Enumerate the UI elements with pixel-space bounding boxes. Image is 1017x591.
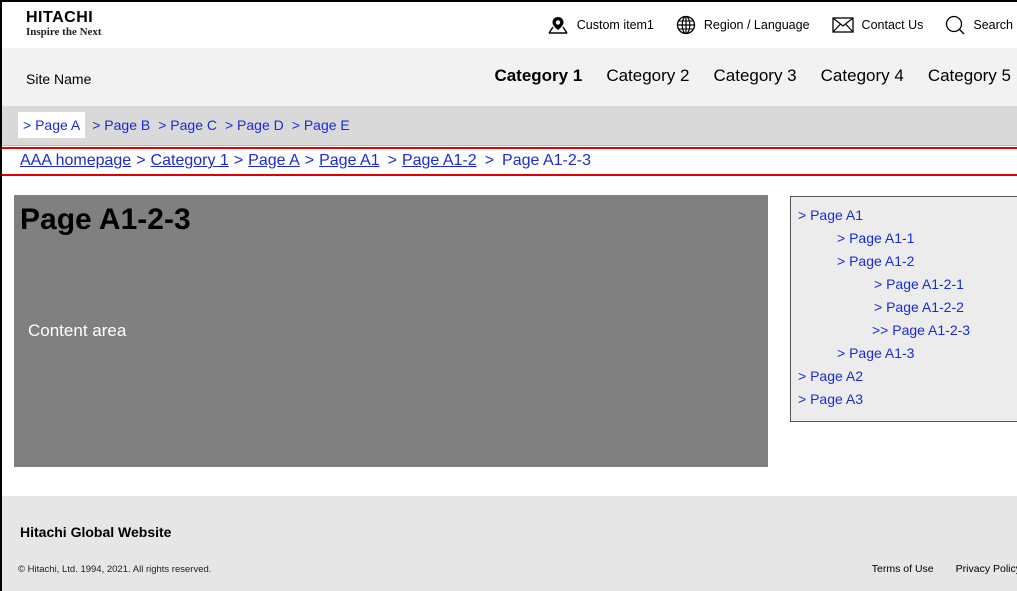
breadcrumb: AAA homepage > Category 1 > Page A > Pag… xyxy=(20,152,591,170)
breadcrumb-category-1-link[interactable]: Category 1 xyxy=(151,152,229,170)
terms-of-use-link[interactable]: Terms of Use xyxy=(872,563,934,575)
category-4-link[interactable]: Category 4 xyxy=(821,66,904,86)
page-title: Page A1-2-3 xyxy=(20,203,191,236)
breadcrumb-top-rule xyxy=(2,147,1017,149)
category-5-link[interactable]: Category 5 xyxy=(928,66,1011,86)
brand-name: HITACHI xyxy=(26,9,94,26)
side-nav-page-a3[interactable]: > Page A3 xyxy=(798,391,863,407)
search-link[interactable]: Search xyxy=(945,15,1013,35)
breadcrumb-page-a-link[interactable]: Page A xyxy=(248,152,300,170)
breadcrumb-current: Page A1-2-3 xyxy=(502,152,591,169)
brand-tagline: Inspire the Next xyxy=(26,26,102,38)
content-area: Page A1-2-3 Content area xyxy=(14,195,768,467)
side-nav-page-a1-2-2[interactable]: > Page A1-2-2 xyxy=(874,299,964,315)
side-nav-page-a1-2[interactable]: > Page A1-2 xyxy=(837,253,914,269)
breadcrumb-separator: > xyxy=(136,152,146,169)
side-nav-page-a1-3[interactable]: > Page A1-3 xyxy=(837,345,914,361)
breadcrumb-separator: > xyxy=(304,152,315,169)
contact-us-label: Contact Us xyxy=(861,18,924,32)
category-1-link[interactable]: Category 1 xyxy=(494,66,582,86)
side-nav-page-a1-2-3[interactable]: >> Page A1-2-3 xyxy=(872,322,970,338)
breadcrumb-bottom-rule xyxy=(2,174,1017,176)
local-nav-page-c[interactable]: > Page C xyxy=(154,112,221,138)
breadcrumb-separator: > xyxy=(387,152,397,169)
custom-item-link[interactable]: Custom item1 xyxy=(547,15,654,35)
local-nav-page-a[interactable]: > Page A xyxy=(18,112,86,138)
breadcrumb-home-link[interactable]: AAA homepage xyxy=(20,152,131,170)
hitachi-logo[interactable]: HITACHI Inspire the Next xyxy=(26,9,102,39)
local-nav: > Page A > Page B > Page C > Page D > Pa… xyxy=(2,106,1017,146)
global-nav: Site Name Category 1 Category 2 Category… xyxy=(2,48,1017,106)
side-nav-page-a1-1[interactable]: > Page A1-1 xyxy=(837,230,914,246)
local-nav-items: > Page A > Page B > Page C > Page D > Pa… xyxy=(18,112,354,138)
side-nav-page-a2[interactable]: > Page A2 xyxy=(798,368,863,384)
utility-nav: Custom item1 Region / Language Contact U… xyxy=(547,2,1013,48)
local-nav-page-b[interactable]: > Page B xyxy=(88,112,154,138)
privacy-policy-link[interactable]: Privacy Policy xyxy=(956,563,1017,575)
envelope-icon xyxy=(831,17,854,33)
top-header: HITACHI Inspire the Next Custom item1 Re… xyxy=(2,2,1017,48)
footer: Hitachi Global Website © Hitachi, Ltd. 1… xyxy=(2,496,1017,591)
globe-icon xyxy=(676,15,696,35)
custom-item-label: Custom item1 xyxy=(576,18,654,32)
search-icon xyxy=(945,15,965,35)
map-pin-icon xyxy=(547,15,569,35)
content-placeholder: Content area xyxy=(28,321,127,340)
breadcrumb-separator: > xyxy=(484,152,495,169)
page-frame: HITACHI Inspire the Next Custom item1 Re… xyxy=(0,0,1017,591)
breadcrumb-page-a1-link[interactable]: Page A1 xyxy=(319,152,380,170)
contact-us-link[interactable]: Contact Us xyxy=(831,17,924,33)
side-nav-page-a1-2-1[interactable]: > Page A1-2-1 xyxy=(874,276,964,292)
breadcrumb-page-a1-2-link[interactable]: Page A1-2 xyxy=(402,152,477,170)
breadcrumb-separator: > xyxy=(233,152,244,169)
footer-title[interactable]: Hitachi Global Website xyxy=(20,524,171,540)
search-label: Search xyxy=(973,18,1013,32)
local-nav-page-e[interactable]: > Page E xyxy=(288,112,354,138)
site-name[interactable]: Site Name xyxy=(26,71,91,87)
category-3-link[interactable]: Category 3 xyxy=(713,66,796,86)
copyright-text: © Hitachi, Ltd. 1994, 2021. All rights r… xyxy=(18,564,212,575)
category-2-link[interactable]: Category 2 xyxy=(606,66,689,86)
footer-links: Terms of Use Privacy Policy xyxy=(872,563,1017,575)
region-language-link[interactable]: Region / Language xyxy=(676,15,810,35)
side-nav: > Page A1 > Page A1-1 > Page A1-2 > Page… xyxy=(790,196,1017,422)
local-nav-page-d[interactable]: > Page D xyxy=(221,112,288,138)
side-nav-page-a1[interactable]: > Page A1 xyxy=(798,207,863,223)
region-language-label: Region / Language xyxy=(703,18,810,32)
category-menu: Category 1 Category 2 Category 3 Categor… xyxy=(470,66,1011,86)
